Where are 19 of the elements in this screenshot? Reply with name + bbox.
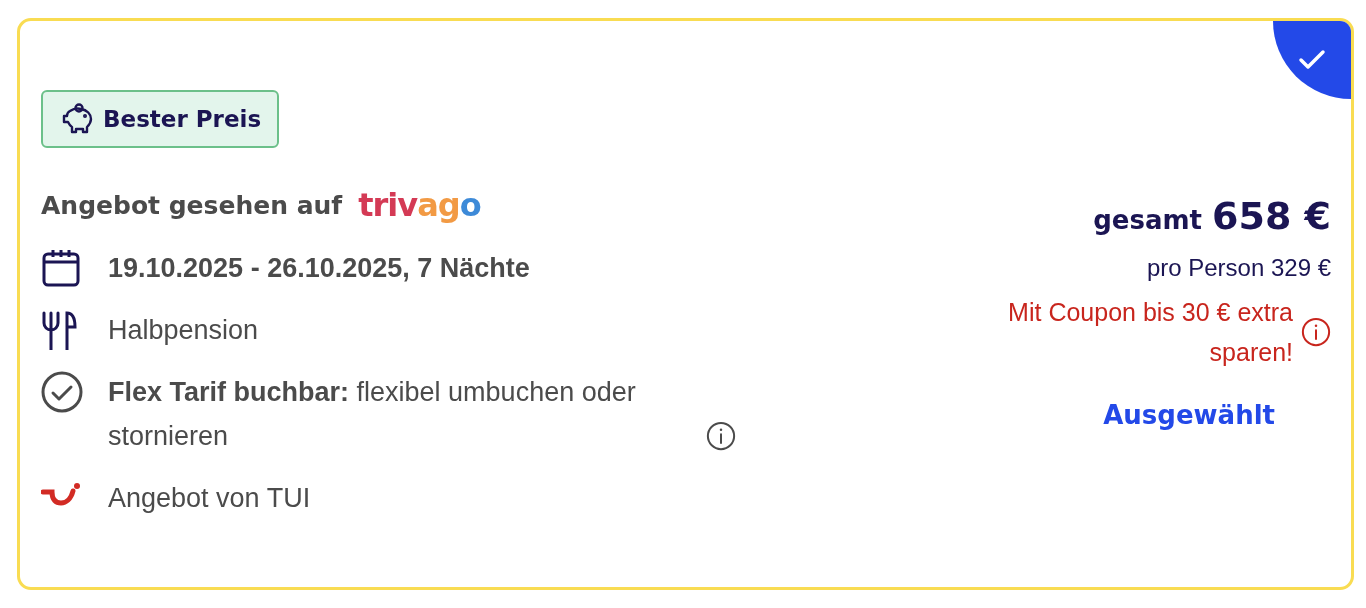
select-button[interactable]: Ausgewählt [1103,400,1275,430]
per-person-price: pro Person 329 € [1146,254,1331,282]
total-price: 658 € [1212,194,1331,238]
check-circle-icon [41,371,83,413]
info-icon[interactable] [706,421,736,451]
offer-card[interactable] [17,18,1354,590]
feature-text: 19.10.2025 - 26.10.2025, 7 Nächte [108,252,530,285]
feature-text: Flex Tarif buchbar: flexibel umbuchen oder stornieren [108,376,637,453]
best-price-badge: Bester Preis [41,90,280,148]
calendar-icon [41,248,81,288]
seen-on-label: Angebot gesehen auf [41,190,343,220]
feature-text: Halbpension [108,314,259,347]
feature-text: Angebot von TUI [108,482,311,515]
total-label: gesamt [1093,205,1202,235]
coupon-note: Mit Coupon bis 30 € extra sparen! [1007,297,1293,368]
source-logo: trivago [358,186,481,224]
fork-knife-icon [41,310,77,350]
piggy-bank-icon [61,103,95,135]
info-icon[interactable] [1301,317,1331,347]
